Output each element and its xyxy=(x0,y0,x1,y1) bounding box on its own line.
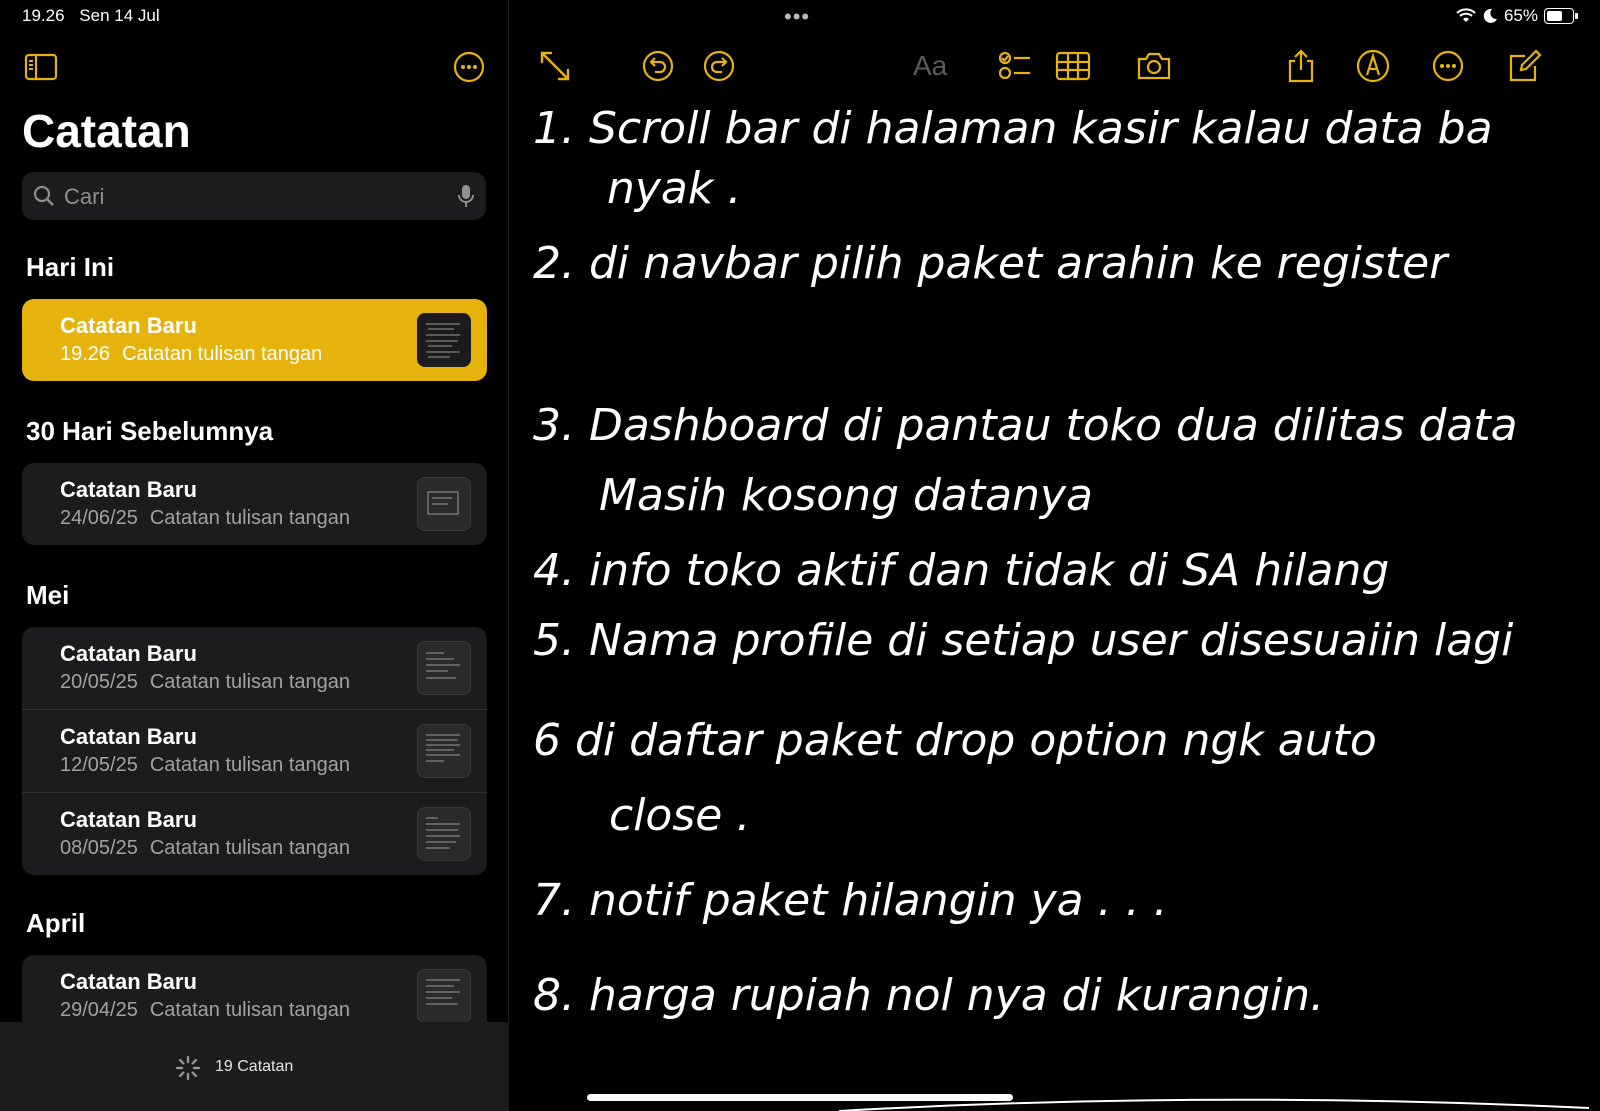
loading-spinner-icon xyxy=(175,1055,201,1081)
battery-percent: 65% xyxy=(1503,6,1538,25)
ink-stroke xyxy=(838,1098,1590,1111)
note-list-card: Catatan Baru 20/05/25 Catatan tulisan tan… xyxy=(22,627,487,875)
note-title: Catatan Baru xyxy=(60,969,197,994)
note-date: 08/05/25 xyxy=(60,837,138,859)
notes-count: 19 Catatan xyxy=(215,1058,294,1075)
note-list-item[interactable]: Catatan Baru 08/05/25 Catatan tulisan tan… xyxy=(22,793,487,875)
note-title: Catatan Baru xyxy=(60,313,197,338)
section-header: Hari Ini xyxy=(26,252,115,282)
wifi-icon xyxy=(1456,8,1476,22)
handwritten-line: 5. Nama profile di setiap user disesuaii… xyxy=(533,615,1514,666)
page-title: Catatan xyxy=(22,105,191,157)
note-list-item[interactable]: Catatan Baru 24/06/25 Catatan tulisan tan… xyxy=(22,463,487,545)
handwritten-line: 4. info toko aktif dan tidak di SA hilan… xyxy=(533,545,1389,596)
note-title: Catatan Baru xyxy=(60,641,197,666)
more-options-icon[interactable] xyxy=(452,50,486,84)
note-date: 24/06/25 xyxy=(60,507,138,529)
handwritten-line: nyak . xyxy=(607,163,741,214)
handwritten-line: Masih kosong datanya xyxy=(599,470,1093,521)
note-title: Catatan Baru xyxy=(60,807,197,832)
status-date: Sen 14 Jul xyxy=(79,6,160,25)
multitasking-dots-icon[interactable]: ••• xyxy=(784,4,810,30)
note-type: Catatan tulisan tangan xyxy=(149,754,351,776)
note-thumbnail xyxy=(417,477,471,531)
notes-sidebar: Catatan Cari Hari Ini Catatan Baru 19.26… xyxy=(0,0,509,1111)
handwritten-line: 3. Dashboard di pantau toko dua dilitas … xyxy=(533,400,1518,451)
handwritten-line: 7. notif paket hilangin ya . . . xyxy=(533,875,1168,926)
handwritten-line: 8. harga rupiah nol nya di kurangin. xyxy=(533,970,1324,1021)
note-date: 19.26 xyxy=(60,343,111,365)
note-type: Catatan tulisan tangan xyxy=(149,837,351,859)
note-subtitle: 12/05/25 Catatan tulisan tangan xyxy=(60,754,350,777)
handwritten-line: 2. di navbar pilih paket arahin ke regis… xyxy=(533,238,1450,289)
moon-icon xyxy=(1483,8,1497,23)
note-date: 20/05/25 xyxy=(60,671,138,693)
note-thumbnail xyxy=(417,807,471,861)
note-list-item[interactable]: Catatan Baru 12/05/25 Catatan tulisan tan… xyxy=(22,710,487,793)
note-date: 29/04/25 xyxy=(60,999,138,1021)
note-subtitle: 24/06/25 Catatan tulisan tangan xyxy=(60,507,350,530)
search-input[interactable]: Cari xyxy=(64,184,104,210)
note-subtitle: 08/05/25 Catatan tulisan tangan xyxy=(60,837,350,860)
note-type: Catatan tulisan tangan xyxy=(122,343,323,365)
handwritten-line: 1. Scroll bar di halaman kasir kalau dat… xyxy=(533,103,1493,154)
note-list-item[interactable]: Catatan Baru 20/05/25 Catatan tulisan tan… xyxy=(22,627,487,710)
sidebar-toggle-icon[interactable] xyxy=(24,50,58,84)
status-time-date: 19.26 Sen 14 Jul xyxy=(22,6,170,26)
note-list-card: Catatan Baru 19.26 Catatan tulisan tangan xyxy=(22,299,487,381)
search-bar[interactable]: Cari xyxy=(22,172,486,220)
note-editor[interactable]: Aa 1. Scroll bar di halaman kasir kalau … xyxy=(509,0,1600,1111)
note-type: Catatan tulisan tangan xyxy=(149,671,351,693)
note-thumbnail xyxy=(417,969,471,1023)
note-title: Catatan Baru xyxy=(60,477,197,502)
status-indicators: 65% xyxy=(1456,6,1578,26)
note-type: Catatan tulisan tangan xyxy=(149,507,351,529)
note-subtitle: 20/05/25 Catatan tulisan tangan xyxy=(60,671,350,694)
search-icon xyxy=(33,185,54,206)
note-date: 12/05/25 xyxy=(60,754,138,776)
note-list-card: Catatan Baru 24/06/25 Catatan tulisan tan… xyxy=(22,463,487,545)
note-thumbnail xyxy=(417,641,471,695)
section-header: April xyxy=(26,908,86,938)
status-bar: 19.26 Sen 14 Jul ••• 65% xyxy=(0,0,1600,32)
status-time: 19.26 xyxy=(22,6,65,25)
note-subtitle: 19.26 Catatan tulisan tangan xyxy=(60,343,322,366)
note-list-item[interactable]: Catatan Baru 19.26 Catatan tulisan tangan xyxy=(22,299,487,381)
note-thumbnail xyxy=(417,724,471,778)
battery-icon xyxy=(1544,8,1578,24)
sidebar-footer: 19 Catatan xyxy=(0,1022,508,1111)
microphone-icon[interactable] xyxy=(456,183,476,209)
section-header: Mei xyxy=(26,580,70,610)
handwriting-canvas[interactable]: 1. Scroll bar di halaman kasir kalau dat… xyxy=(509,0,1600,1111)
note-subtitle: 29/04/25 Catatan tulisan tangan xyxy=(60,999,350,1022)
home-indicator[interactable] xyxy=(587,1094,1013,1101)
note-title: Catatan Baru xyxy=(60,724,197,749)
section-header: 30 Hari Sebelumnya xyxy=(26,416,274,446)
note-type: Catatan tulisan tangan xyxy=(149,999,351,1021)
handwritten-line: close . xyxy=(609,790,750,841)
note-thumbnail xyxy=(417,313,471,367)
handwritten-line: 6 di daftar paket drop option ngk auto xyxy=(533,715,1377,766)
